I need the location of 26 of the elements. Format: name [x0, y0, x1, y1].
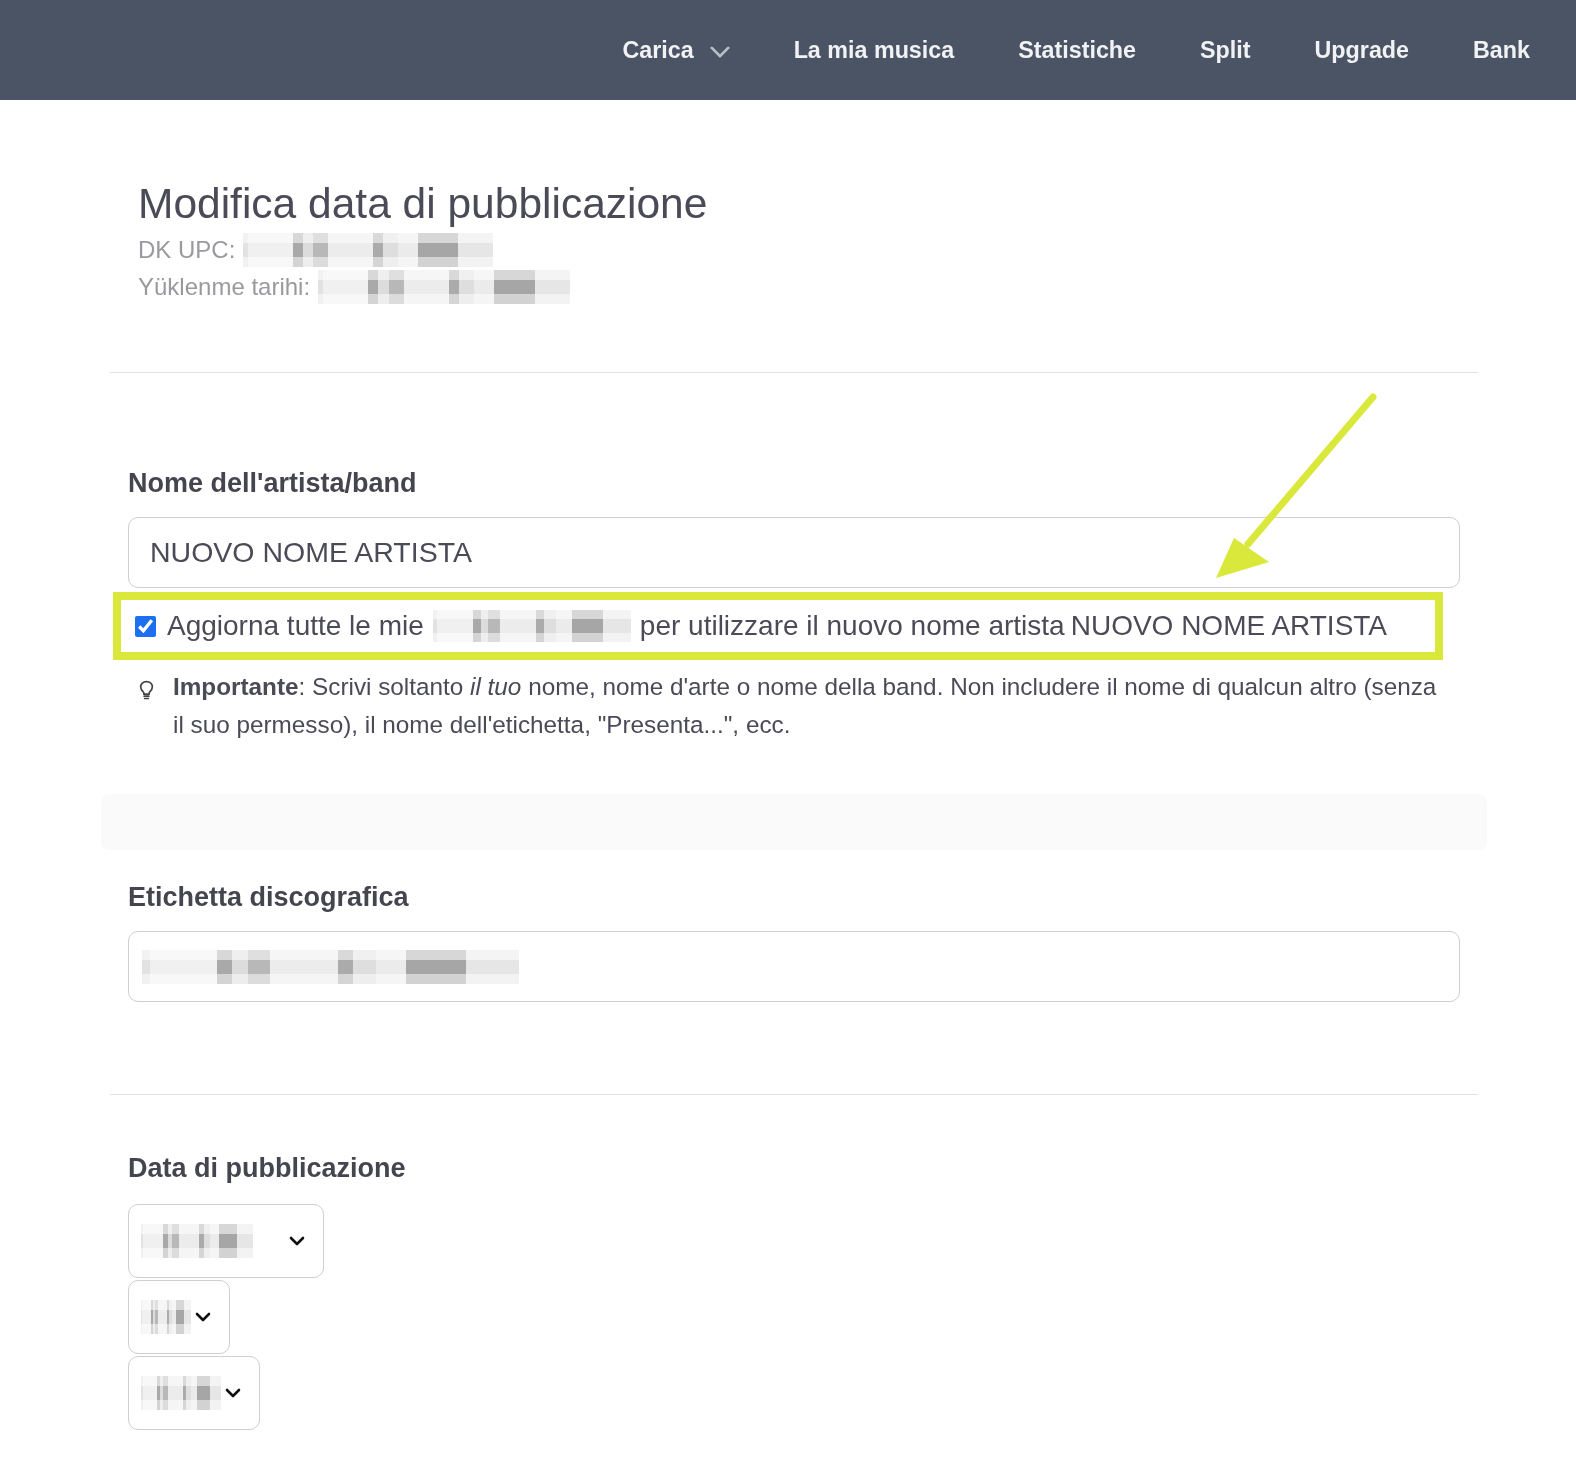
date-select[interactable]: [128, 1356, 260, 1430]
page-title: Modifica data di pubblicazione: [138, 179, 709, 229]
date-select[interactable]: [128, 1280, 230, 1354]
chevron-down-icon: [195, 1312, 211, 1322]
checkbox[interactable]: [135, 615, 156, 637]
nav-link[interactable]: Bank: [1473, 36, 1530, 64]
record-label-input[interactable]: [128, 931, 1460, 1002]
lightbulb-icon: [139, 680, 154, 701]
checkbox-label: per utilizzare il nuovo nome artista: [639, 610, 1065, 642]
hint-text: Importante: Scrivi soltanto il tuo nome, nome d'arte o nome della band. Non includere il nome di qualcun altro (senza il suo permesso), il nome dell'etichetta, "Presenta...", ecc.: [173, 672, 1438, 740]
field-label: Nome dell'artista/band: [128, 468, 418, 498]
nav-link[interactable]: Statistiche: [1018, 36, 1137, 64]
artist-name-input[interactable]: NUOVO NOME ARTISTA: [128, 517, 1460, 588]
chevron-down-icon: [225, 1388, 241, 1398]
artist-name-text: NUOVO NOME ARTISTA: [1070, 610, 1388, 642]
nav-link[interactable]: La mia musica: [793, 36, 955, 64]
nav-link[interactable]: Carica: [622, 36, 730, 64]
nav-link[interactable]: Split: [1200, 36, 1251, 64]
chevron-down-icon: [289, 1236, 305, 1246]
field-label: Etichetta discografica: [128, 882, 410, 912]
field-label: Data di pubblicazione: [128, 1153, 407, 1183]
meta-label: DK UPC:: [138, 235, 236, 264]
nav-link[interactable]: Upgrade: [1314, 36, 1410, 64]
checkbox-label: Aggiorna tutte le mie: [167, 610, 424, 642]
meta-label: Yüklenme tarihi:: [138, 272, 311, 301]
date-select[interactable]: [128, 1204, 324, 1278]
